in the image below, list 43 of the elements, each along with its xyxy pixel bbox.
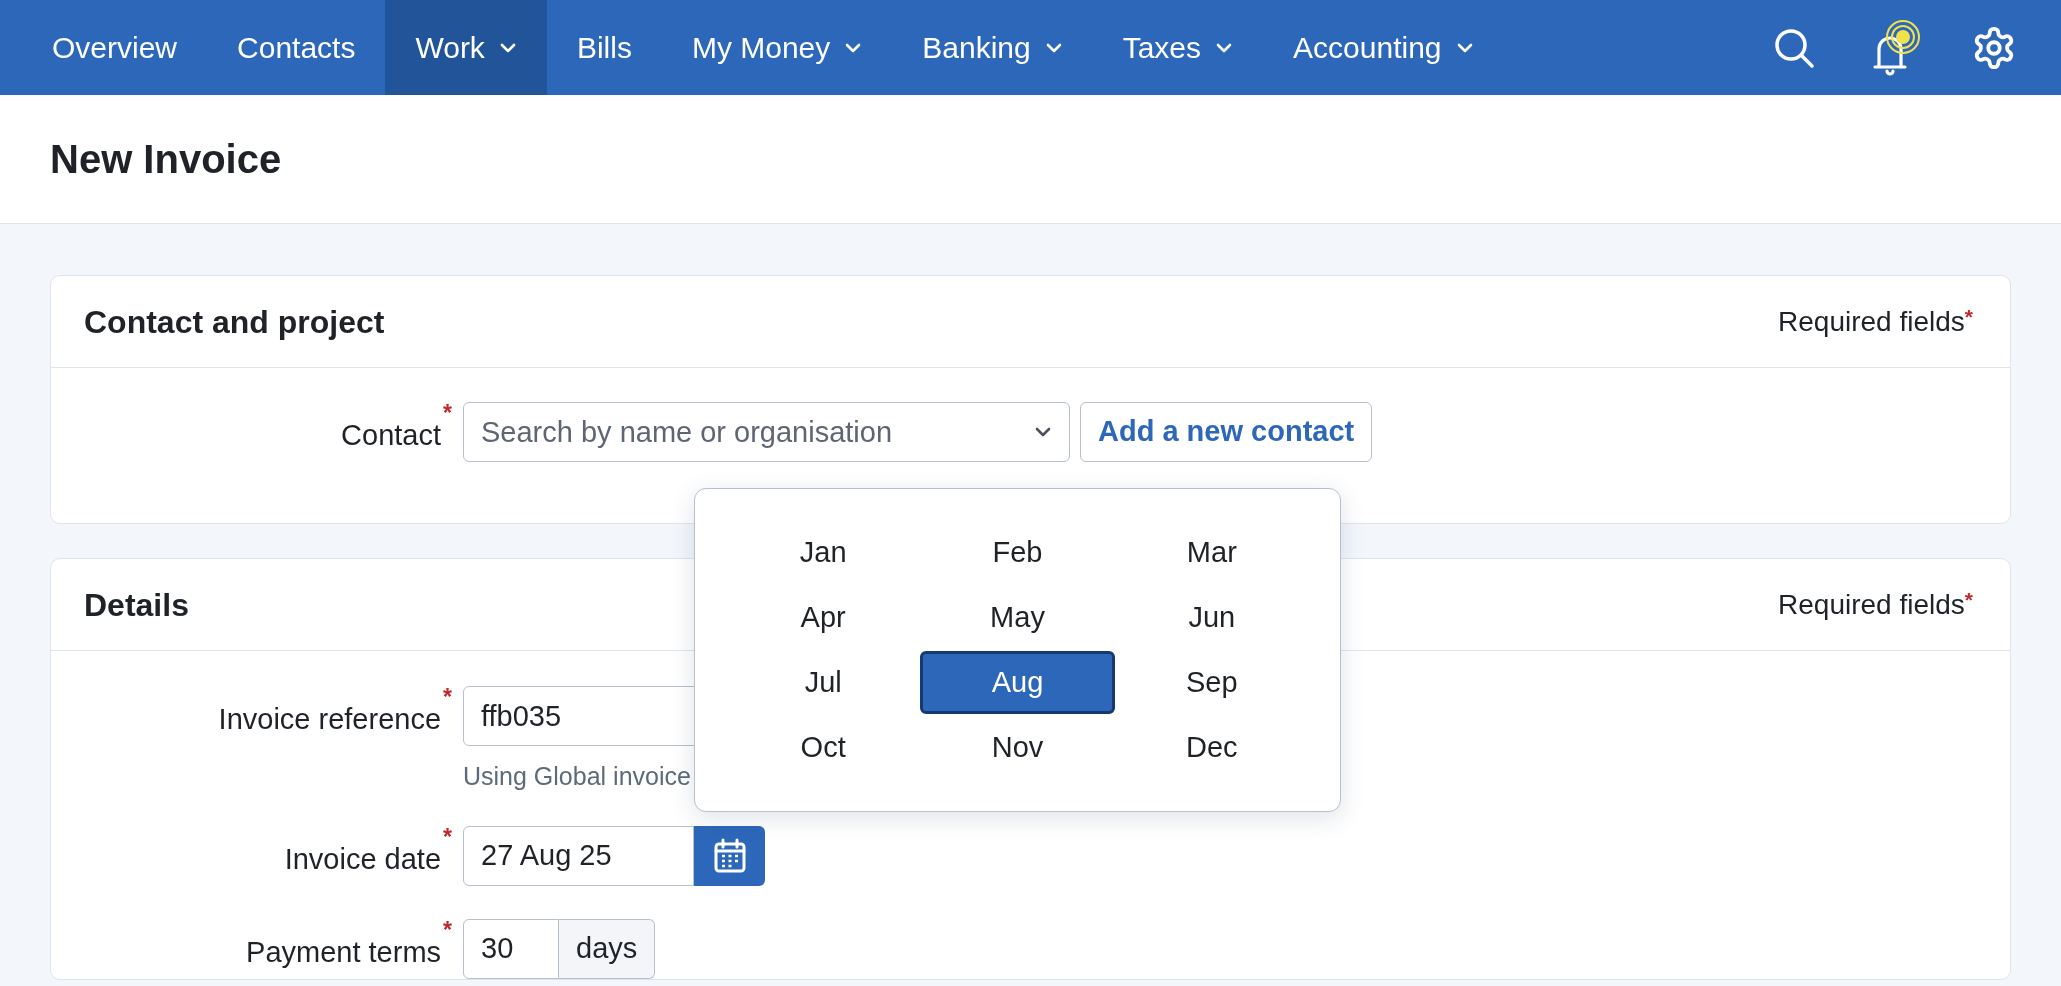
- invoice-date-field[interactable]: 27 Aug 25: [463, 825, 694, 886]
- required-note: Required fields: [1778, 304, 1965, 339]
- month-option[interactable]: Sep: [1114, 651, 1309, 714]
- required-asterisk: *: [443, 686, 452, 709]
- month-option[interactable]: Nov: [920, 716, 1115, 779]
- nav-item[interactable]: Contacts: [207, 0, 386, 95]
- month-option[interactable]: Aug: [920, 651, 1115, 714]
- field-label: Invoice date: [284, 841, 442, 877]
- add-contact-button[interactable]: Add a new contact: [1080, 402, 1373, 462]
- month-option[interactable]: Dec: [1114, 716, 1309, 779]
- required-note: Required fields: [1778, 587, 1965, 622]
- field-hint: Using Global invoice: [463, 761, 692, 792]
- nav-item[interactable]: Banking: [892, 0, 1093, 95]
- month-option[interactable]: Jan: [726, 521, 921, 584]
- payment-terms-field[interactable]: 30: [463, 918, 559, 979]
- field-label: Invoice reference: [218, 702, 442, 737]
- nav-item[interactable]: My Money: [661, 0, 893, 95]
- contact-search-field[interactable]: Search by name or organisation: [463, 402, 1070, 462]
- nav-item[interactable]: Accounting: [1263, 0, 1504, 95]
- required-asterisk: *: [443, 918, 452, 942]
- month-option[interactable]: Mar: [1114, 521, 1309, 584]
- required-asterisk: *: [1964, 586, 1973, 611]
- section-title: Contact and project: [84, 302, 385, 342]
- field-label: Payment terms: [246, 934, 442, 970]
- search-icon[interactable]: [1773, 26, 1815, 69]
- field-label: Contact: [341, 418, 442, 453]
- unit-addon: days: [559, 918, 656, 979]
- nav-item[interactable]: Bills: [546, 0, 662, 95]
- month-option[interactable]: Jun: [1114, 586, 1309, 649]
- nav-item[interactable]: Work: [385, 0, 547, 95]
- required-asterisk: *: [443, 825, 452, 849]
- chevron-down-icon: [1034, 426, 1052, 438]
- month-option[interactable]: May: [920, 586, 1115, 649]
- month-option[interactable]: Apr: [726, 586, 921, 649]
- nav-item[interactable]: Overview: [22, 0, 208, 95]
- calendar-button[interactable]: [694, 825, 765, 886]
- page-title: New Invoice: [50, 136, 282, 183]
- section-title: Details: [84, 585, 189, 625]
- month-option[interactable]: Feb: [920, 521, 1115, 584]
- calendar-icon: [712, 837, 747, 874]
- required-asterisk: *: [1964, 303, 1973, 328]
- nav-item[interactable]: Taxes: [1092, 0, 1264, 95]
- required-asterisk: *: [443, 402, 452, 425]
